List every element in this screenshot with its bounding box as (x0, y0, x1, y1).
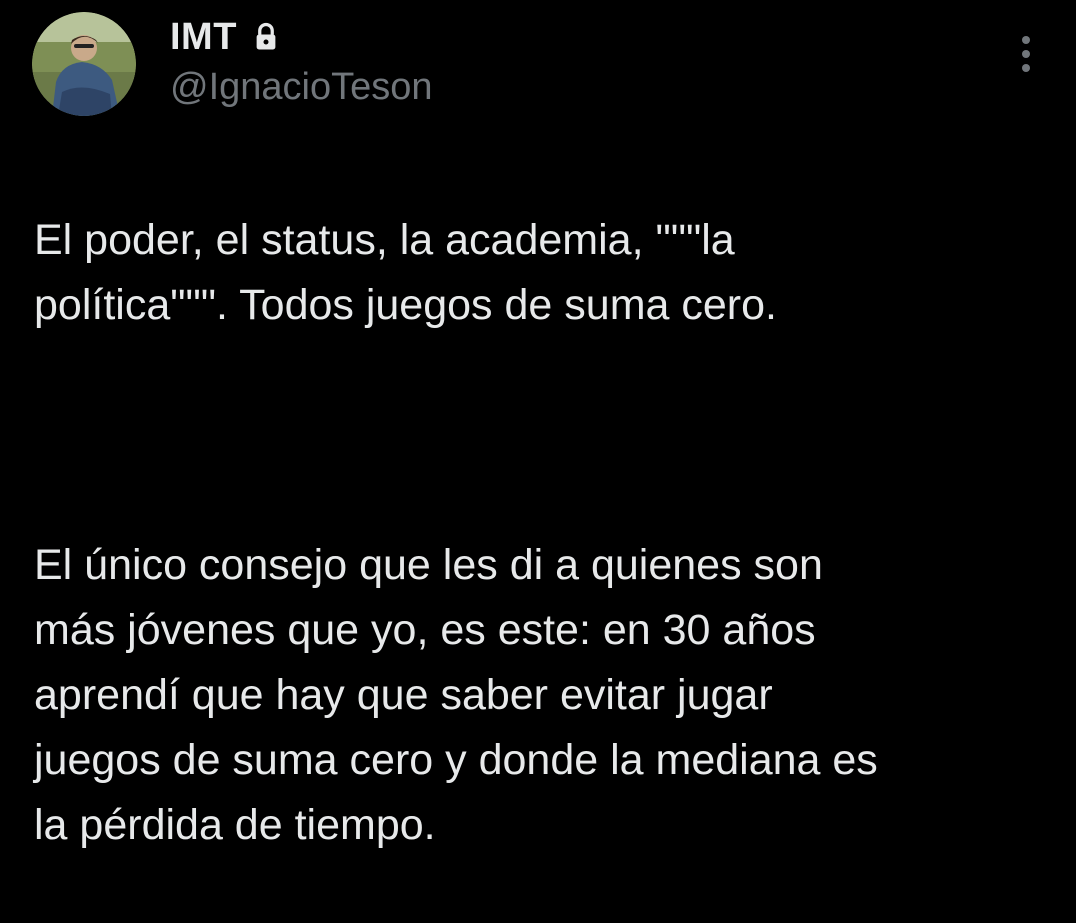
avatar[interactable] (32, 12, 136, 116)
tweet-paragraph-2: El único consejo que les di a quienes so… (34, 541, 878, 849)
author-name-row: IMT (170, 14, 281, 60)
lock-icon (256, 22, 276, 50)
tweet-paragraph-1: El poder, el status, la academia, """la … (34, 216, 777, 329)
author-handle[interactable]: @IgnacioTeson (170, 64, 433, 110)
more-vertical-icon[interactable] (1006, 30, 1046, 78)
tweet: IMT @IgnacioTeson El poder, el status, l… (0, 0, 1076, 849)
tweet-text: El poder, el status, la academia, """la … (34, 143, 1054, 923)
display-name[interactable]: IMT (170, 16, 237, 59)
